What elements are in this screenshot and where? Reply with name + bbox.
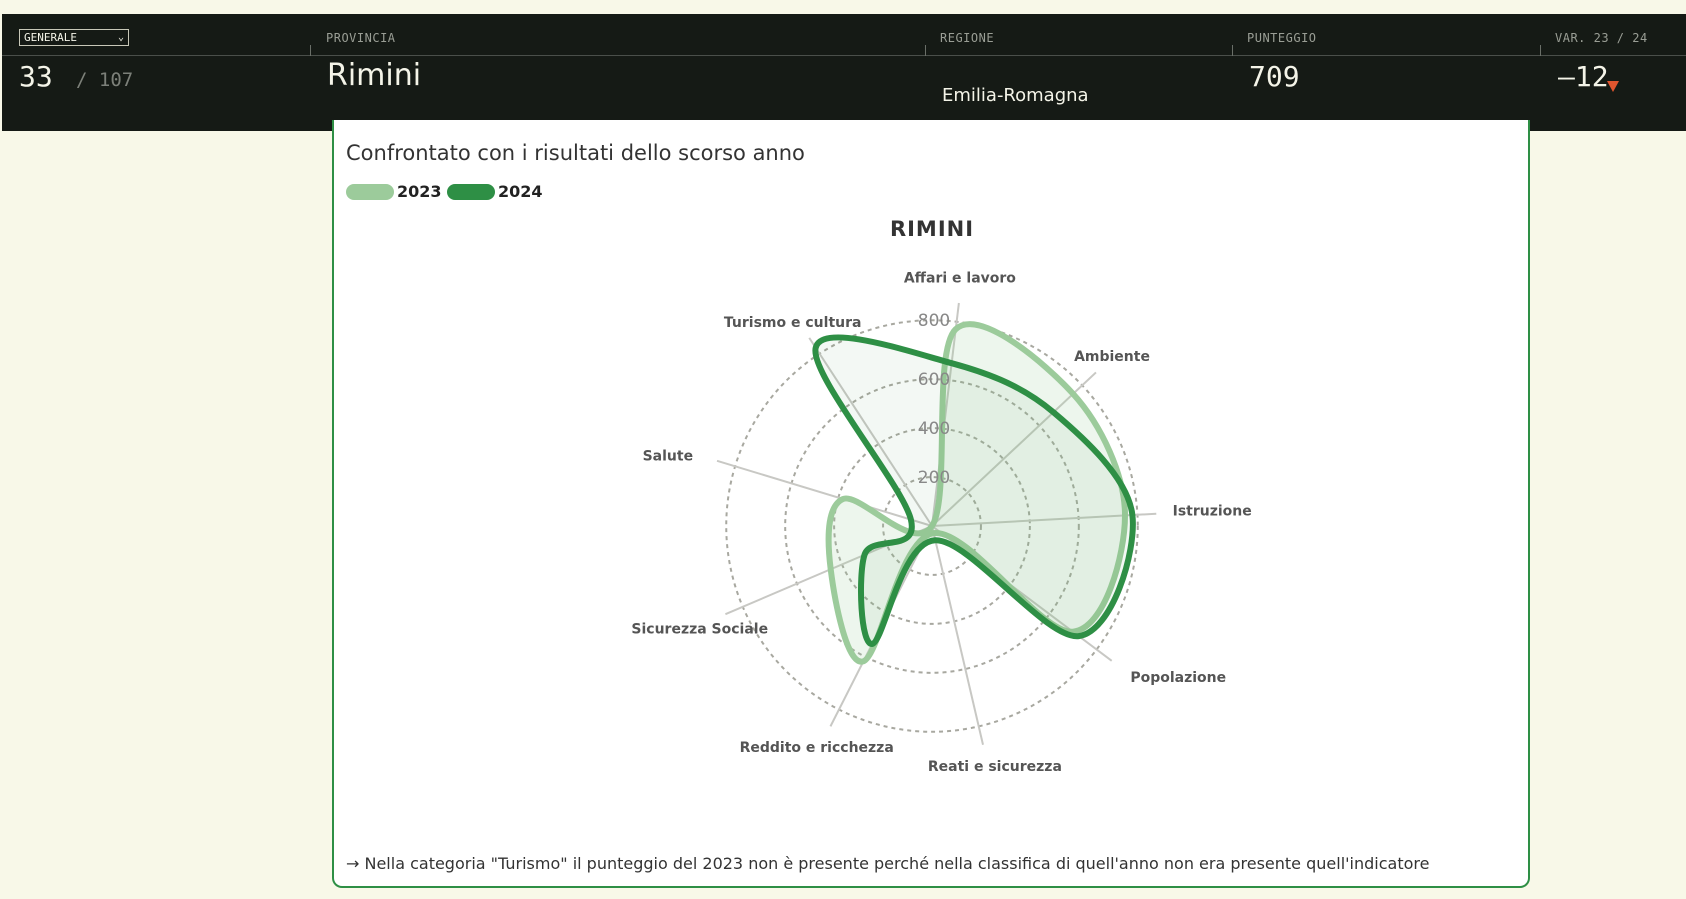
axis-label: Reati e sicurezza <box>928 759 1062 775</box>
axis-label: Istruzione <box>1173 503 1252 519</box>
axis-label: Affari e lavoro <box>904 271 1016 287</box>
radar-chart: RIMINI Affari e lavoro Ambiente Istruzione P… <box>631 217 1252 775</box>
axis-label: Sicurezza Sociale <box>631 621 768 637</box>
footnote: → Nella categoria "Turismo" il punteggio… <box>346 854 1430 873</box>
chart-title: RIMINI <box>890 217 974 241</box>
radial-tick-label: 600 <box>918 370 950 390</box>
axis-label: Turismo e cultura <box>724 315 862 331</box>
radial-tick-label: 400 <box>918 419 950 439</box>
axis-label: Salute <box>643 448 693 464</box>
radial-tick-label: 200 <box>918 468 950 488</box>
axis-label: Popolazione <box>1130 670 1226 686</box>
axis-label: Ambiente <box>1074 349 1150 365</box>
axis-label: Reddito e ricchezza <box>740 740 894 756</box>
radial-tick-label: 800 <box>918 311 950 331</box>
